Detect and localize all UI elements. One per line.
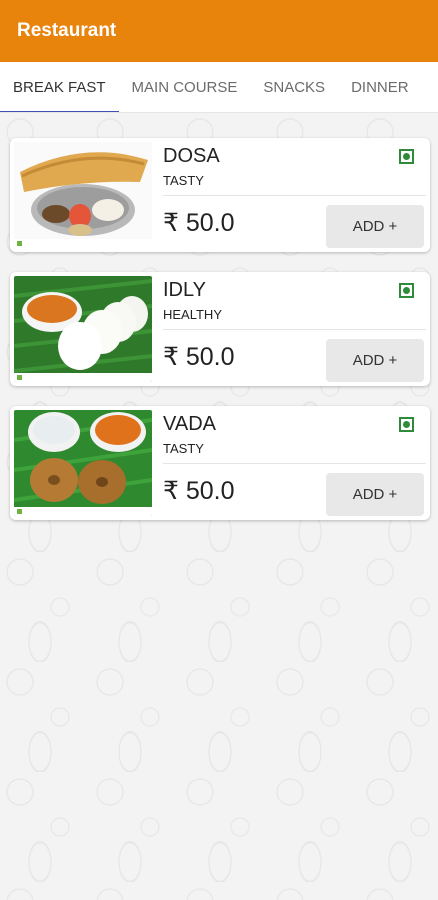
item-name: VADA bbox=[163, 413, 216, 435]
app-bar: Restaurant bbox=[0, 0, 438, 62]
item-description: HEALTHY bbox=[163, 307, 222, 322]
divider bbox=[163, 463, 426, 464]
divider bbox=[163, 195, 426, 196]
item-name: IDLY bbox=[163, 279, 206, 301]
item-price: ₹ 50.0 bbox=[163, 343, 235, 371]
app-title: Restaurant bbox=[17, 20, 117, 41]
veg-icon bbox=[399, 283, 414, 298]
tab-main-course[interactable]: MAIN COURSE bbox=[119, 62, 251, 112]
item-price: ₹ 50.0 bbox=[163, 209, 235, 237]
item-description: TASTY bbox=[163, 441, 204, 456]
tab-dinner[interactable]: DINNER bbox=[338, 62, 422, 112]
idly-image bbox=[14, 276, 152, 382]
item-price: ₹ 50.0 bbox=[163, 477, 235, 505]
category-tabs: BREAK FAST MAIN COURSE SNACKS DINNER bbox=[0, 62, 438, 113]
tab-break-fast[interactable]: BREAK FAST bbox=[0, 62, 119, 112]
menu-item-card[interactable]: DOSA TASTY ₹ 50.0 ADD + bbox=[10, 138, 430, 252]
menu-item-card[interactable]: IDLY HEALTHY ₹ 50.0 ADD + bbox=[10, 272, 430, 386]
add-button[interactable]: ADD + bbox=[326, 205, 424, 248]
veg-icon bbox=[399, 149, 414, 164]
menu-list: DOSA TASTY ₹ 50.0 ADD + IDLY HEALTHY ₹ 5… bbox=[10, 138, 430, 540]
veg-icon bbox=[399, 417, 414, 432]
add-button[interactable]: ADD + bbox=[326, 473, 424, 516]
menu-item-card[interactable]: VADA TASTY ₹ 50.0 ADD + bbox=[10, 406, 430, 520]
item-description: TASTY bbox=[163, 173, 204, 188]
item-name: DOSA bbox=[163, 145, 220, 167]
tab-more[interactable] bbox=[422, 62, 438, 112]
tab-snacks[interactable]: SNACKS bbox=[250, 62, 338, 112]
divider bbox=[163, 329, 426, 330]
vada-image bbox=[14, 410, 152, 516]
add-button[interactable]: ADD + bbox=[326, 339, 424, 382]
dosa-image bbox=[14, 142, 152, 248]
